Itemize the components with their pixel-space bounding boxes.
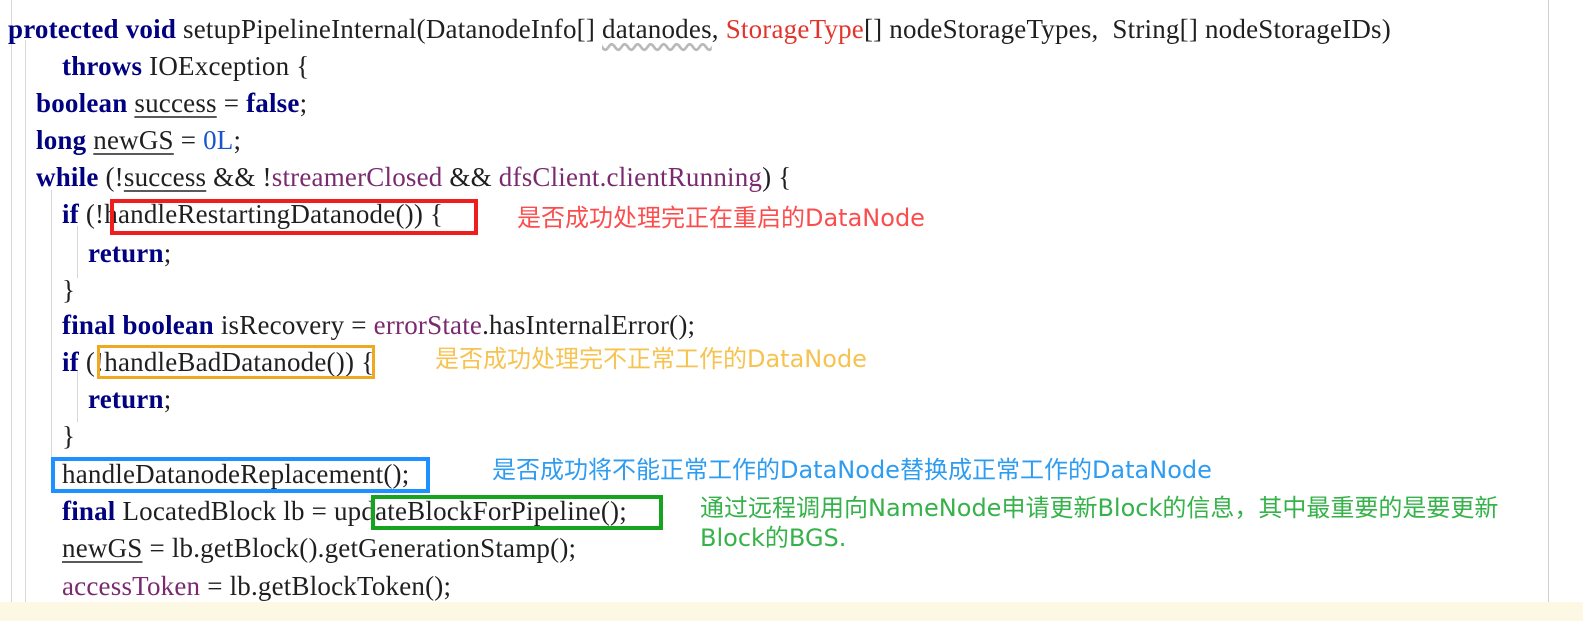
- keyword-throws: throws: [62, 51, 143, 81]
- var-success-ref: success: [123, 162, 207, 192]
- call-getgenerationstamp: = lb.getBlock().getGenerationStamp();: [142, 533, 577, 563]
- var-newgs: newGS: [93, 125, 174, 155]
- literal-zero-long: 0L: [203, 125, 234, 155]
- indent-guide-2: [25, 40, 26, 621]
- var-success: success: [134, 88, 217, 118]
- highlight-box-blue: [51, 457, 430, 493]
- param-datanodes: datanodes: [602, 14, 712, 44]
- code-line-12[interactable]: }: [62, 421, 75, 451]
- keyword-if-1: if: [62, 199, 79, 229]
- closing-brace-1: }: [62, 275, 76, 305]
- annotation-datanode-replacement: 是否成功将不能正常工作的DataNode替换成正常工作的DataNode: [492, 456, 1212, 484]
- code-editor-screenshot: protected void setupPipelineInternal(Dat…: [0, 0, 1583, 621]
- keyword-protected: protected: [8, 14, 119, 44]
- indent-guide-5: [77, 370, 78, 422]
- annotation-restarting-datanode: 是否成功处理完正在重启的DataNode: [517, 204, 925, 232]
- code-line-7[interactable]: return;: [88, 238, 171, 268]
- highlight-box-orange: [97, 345, 375, 379]
- highlight-box-green: [371, 495, 663, 530]
- field-dfsclient-clientrunning: dfsClient.clientRunning: [498, 162, 763, 192]
- code-line-4[interactable]: long newGS = 0L;: [36, 125, 241, 155]
- call-getblocktoken: = lb.getBlockToken();: [200, 571, 452, 601]
- code-line-3[interactable]: boolean success = false;: [36, 88, 307, 118]
- var-isrecovery: isRecovery =: [213, 310, 374, 340]
- keyword-boolean: boolean: [36, 88, 128, 118]
- keyword-long: long: [36, 125, 87, 155]
- type-storagetype: StorageType: [725, 14, 864, 44]
- keyword-boolean-2: boolean: [115, 310, 214, 340]
- method-name-setuppipelineinternal: setupPipelineInternal: [183, 14, 417, 44]
- code-line-16[interactable]: accessToken = lb.getBlockToken();: [62, 571, 451, 601]
- annotation-update-block-line1: 通过远程调用向NameNode申请更新Block的信息，其中最重要的是要更新: [700, 494, 1499, 522]
- type-locatedblock: LocatedBlock lb =: [115, 496, 334, 526]
- right-margin-guide: [1548, 0, 1549, 621]
- keyword-false: false: [246, 88, 300, 118]
- type-string: String: [1112, 14, 1180, 44]
- annotation-bad-datanode: 是否成功处理完不正常工作的DataNode: [435, 345, 867, 373]
- keyword-void: void: [125, 14, 177, 44]
- indent-guide-3: [51, 190, 52, 490]
- call-hasinternalerror: .hasInternalError();: [482, 310, 696, 340]
- annotation-update-block-line2: Block的BGS.: [700, 524, 847, 552]
- field-errorstate: errorState: [373, 310, 483, 340]
- keyword-return-1: return: [88, 238, 164, 268]
- code-line-11[interactable]: return;: [88, 384, 171, 414]
- keyword-final-2: final: [62, 496, 116, 526]
- code-line-15[interactable]: newGS = lb.getBlock().getGenerationStamp…: [62, 533, 576, 563]
- var-newgs-ref: newGS: [62, 533, 143, 563]
- current-line-highlight: [0, 602, 1583, 621]
- code-line-2[interactable]: throws IOException {: [62, 51, 309, 81]
- code-line-1[interactable]: protected void setupPipelineInternal(Dat…: [8, 14, 1391, 44]
- code-line-8[interactable]: }: [62, 275, 75, 305]
- code-line-5[interactable]: while (!success && !streamerClosed && df…: [36, 162, 791, 192]
- code-line-9[interactable]: final boolean isRecovery = errorState.ha…: [62, 310, 695, 340]
- keyword-return-2: return: [88, 384, 164, 414]
- highlight-box-red: [110, 199, 478, 235]
- keyword-final-1: final: [62, 310, 116, 340]
- type-datanodeinfo: DatanodeInfo[]: [425, 14, 603, 44]
- indent-guide-1: [11, 0, 12, 621]
- field-streamerclosed: streamerClosed: [271, 162, 443, 192]
- keyword-while: while: [36, 162, 99, 192]
- keyword-if-2: if: [62, 347, 79, 377]
- indent-guide-4: [77, 226, 78, 278]
- closing-brace-2: }: [62, 421, 76, 451]
- type-ioexception: IOException {: [142, 51, 310, 81]
- field-accesstoken: accessToken: [62, 571, 201, 601]
